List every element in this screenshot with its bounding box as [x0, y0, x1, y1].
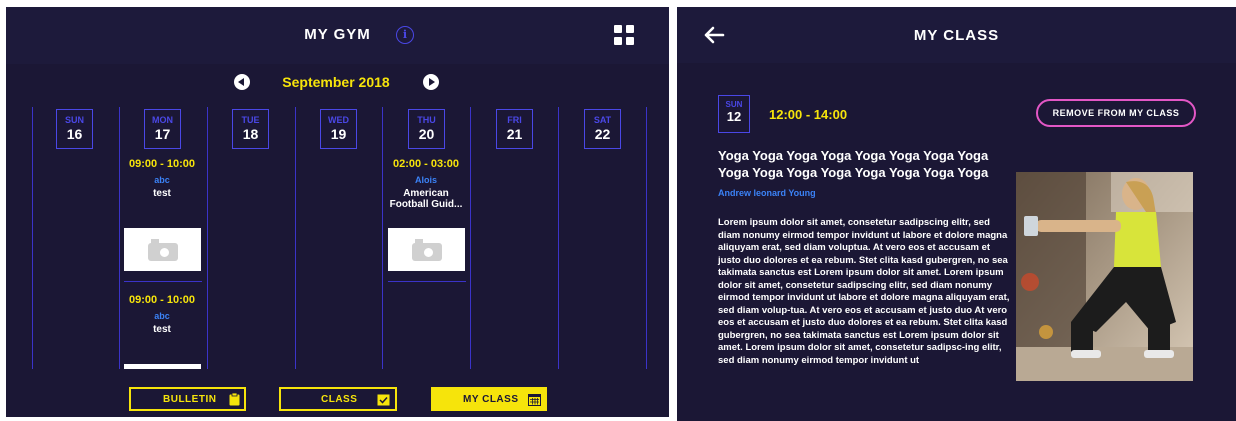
header-bar: MY GYM i [6, 7, 669, 64]
day-name: FRI [507, 115, 522, 125]
tab-class[interactable]: CLASS [279, 387, 397, 411]
class-photo [1016, 172, 1193, 381]
day-number: 18 [242, 126, 259, 142]
column-divider [558, 107, 559, 369]
event-card[interactable]: 02:00 - 03:00 Alois American Football Gu… [386, 158, 466, 210]
event-divider [388, 281, 466, 282]
event-image-placeholder[interactable] [388, 228, 465, 271]
event-time: 09:00 - 10:00 [128, 158, 196, 170]
month-navigator: September 2018 [6, 64, 669, 100]
day-header-tue[interactable]: TUE 18 [232, 109, 269, 149]
class-teacher: Andrew leonard Young [718, 188, 816, 198]
tab-bulletin[interactable]: BULLETIN [129, 387, 246, 411]
day-number: 21 [506, 126, 523, 142]
clipboard-icon [229, 393, 240, 406]
day-name: SUN [725, 100, 743, 109]
next-month-button[interactable] [423, 74, 439, 90]
tab-label: MY CLASS [463, 394, 519, 405]
info-icon[interactable]: i [396, 26, 414, 44]
day-name: WED [328, 115, 349, 125]
day-name: THU [417, 115, 436, 125]
event-divider [124, 281, 202, 282]
day-header-thu[interactable]: THU 20 [408, 109, 445, 149]
column-divider [119, 107, 120, 369]
event-teacher: Alois [414, 175, 437, 185]
column-divider [32, 107, 33, 369]
grid-menu-icon[interactable] [614, 25, 636, 47]
my-gym-screen: MY GYM i September 2018 SUN 16 MON 17 TU… [6, 7, 669, 417]
event-image-placeholder[interactable] [124, 364, 201, 369]
day-name: SAT [593, 115, 612, 125]
calendar-check-icon [377, 394, 390, 406]
my-class-screen: MY CLASS SUN 12 12:00 - 14:00 REMOVE FRO… [677, 7, 1236, 421]
column-divider [295, 107, 296, 369]
camera-icon [147, 238, 178, 261]
day-header-fri[interactable]: FRI 21 [496, 109, 533, 149]
event-card[interactable]: 09:00 - 10:00 abc test [122, 294, 202, 335]
day-name: SUN [64, 115, 84, 125]
column-divider [470, 107, 471, 369]
class-description: Lorem ipsum dolor sit amet, consetetur s… [718, 217, 1010, 366]
event-title: American Football Guid... [389, 188, 463, 210]
day-header-sun[interactable]: SUN 16 [56, 109, 93, 149]
class-date: SUN 12 [718, 95, 750, 133]
event-image-placeholder[interactable] [124, 228, 201, 271]
day-header-wed[interactable]: WED 19 [320, 109, 357, 149]
day-header-mon[interactable]: MON 17 [144, 109, 181, 149]
class-title: Yoga Yoga Yoga Yoga Yoga Yoga Yoga Yoga … [718, 148, 989, 180]
day-number: 20 [418, 126, 435, 142]
tab-label: CLASS [321, 394, 358, 405]
camera-icon [411, 238, 442, 261]
previous-month-button[interactable] [234, 74, 250, 90]
calendar-grid-icon [528, 394, 541, 406]
remove-from-my-class-button[interactable]: REMOVE FROM MY CLASS [1036, 99, 1196, 127]
event-teacher: abc [154, 175, 170, 185]
tab-label: BULLETIN [163, 394, 217, 405]
event-title: test [153, 324, 171, 335]
day-number: 17 [154, 126, 171, 142]
event-title: test [153, 188, 171, 199]
column-divider [382, 107, 383, 369]
day-name: TUE [241, 115, 260, 125]
event-time: 09:00 - 10:00 [128, 294, 196, 306]
day-number: 19 [330, 126, 347, 142]
day-number: 16 [66, 126, 83, 142]
tab-my-class[interactable]: MY CLASS [431, 387, 547, 411]
day-number: 22 [594, 126, 611, 142]
event-teacher: abc [154, 311, 170, 321]
event-time: 02:00 - 03:00 [392, 158, 460, 170]
page-title: MY CLASS [913, 27, 1000, 44]
header-bar: MY CLASS [677, 7, 1236, 63]
class-time: 12:00 - 14:00 [769, 107, 848, 122]
month-label: September 2018 [282, 74, 390, 90]
event-card[interactable]: 09:00 - 10:00 abc test [122, 158, 202, 199]
day-header-sat[interactable]: SAT 22 [584, 109, 621, 149]
column-divider [207, 107, 208, 369]
day-name: MON [152, 115, 173, 125]
day-number: 12 [726, 109, 742, 124]
column-divider [646, 107, 647, 369]
page-title: MY GYM [304, 26, 371, 43]
